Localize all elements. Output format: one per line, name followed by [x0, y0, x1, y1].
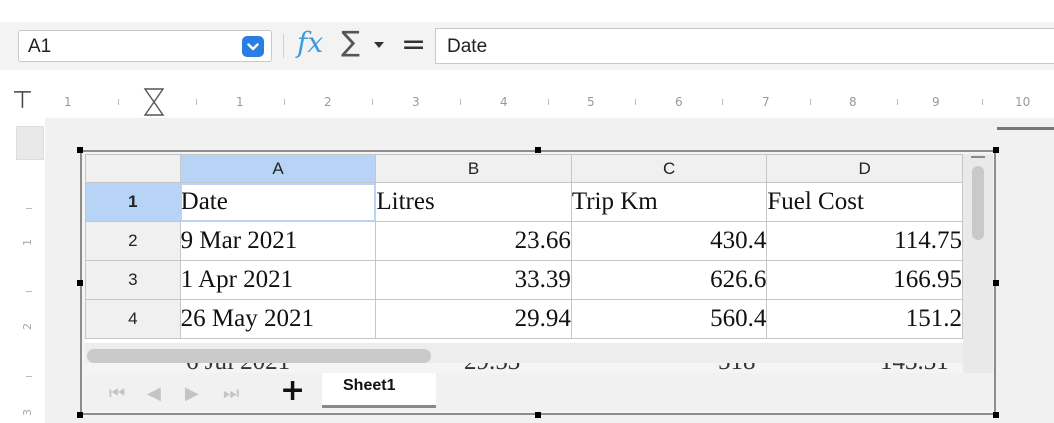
cell-b2[interactable]: 23.66: [375, 221, 572, 261]
ruler-label: 6: [675, 95, 683, 109]
tab-stop-icon[interactable]: ⊤: [12, 86, 33, 114]
ruler-label: 3: [412, 95, 420, 109]
ruler-tick: [810, 99, 811, 105]
resize-handle-se[interactable]: [993, 412, 999, 418]
vertical-ruler[interactable]: 1 2 3: [0, 118, 45, 423]
ruler-label: 1: [21, 239, 34, 246]
ruler-label: 8: [849, 95, 857, 109]
column-header-b[interactable]: B: [375, 154, 572, 183]
cell-a1[interactable]: Date: [179, 182, 377, 222]
cell-c3[interactable]: 626.6: [570, 260, 768, 300]
name-box-value: A1: [28, 36, 52, 57]
indent-marker-icon[interactable]: [143, 88, 165, 118]
ruler-tick: [897, 99, 898, 105]
select-all-corner[interactable]: [85, 154, 181, 183]
tab-sheet1[interactable]: Sheet1: [322, 373, 436, 408]
sum-dropdown-icon[interactable]: [374, 42, 384, 48]
add-sheet-icon[interactable]: +: [280, 373, 305, 408]
vertical-scroll-thumb[interactable]: [972, 166, 984, 240]
cell-d2[interactable]: 114.75: [766, 221, 963, 261]
row-header[interactable]: 4: [85, 299, 181, 339]
sheet-tab-label: Sheet1: [343, 377, 396, 394]
next-sheet-icon[interactable]: ▶: [185, 383, 199, 404]
cell-d4[interactable]: 151.2: [766, 299, 963, 339]
horizontal-scrollbar[interactable]: [85, 343, 963, 363]
ruler-tick: [26, 291, 32, 292]
formula-equals-icon[interactable]: =: [401, 27, 426, 62]
ruler-label: 9: [932, 95, 940, 109]
ruler-label: 10: [1015, 95, 1031, 109]
horizontal-ruler[interactable]: ⊤ 1 1 2 3 4 5 6 7 8 9 10: [0, 86, 1054, 116]
cell-b1[interactable]: Litres: [375, 182, 572, 222]
ruler-label: 2: [21, 323, 34, 330]
row-header[interactable]: 3: [85, 260, 181, 300]
ruler-tick: [548, 99, 549, 105]
resize-handle-nw[interactable]: [77, 147, 83, 153]
cell-c1[interactable]: Trip Km: [570, 182, 768, 222]
ruler-label: 2: [324, 95, 332, 109]
ruler-tick: [372, 99, 373, 105]
ruler-label: 5: [587, 95, 595, 109]
ruler-label: 1: [236, 95, 244, 109]
resize-handle-s[interactable]: [535, 412, 541, 418]
row-header[interactable]: 2: [85, 221, 181, 261]
table-row: 3 1 Apr 2021 33.39 626.6 166.95: [85, 260, 963, 300]
ruler-corner: [16, 126, 44, 160]
sum-icon[interactable]: ∑: [341, 25, 360, 58]
cell-d3[interactable]: 166.95: [766, 260, 963, 300]
ruler-tick: [284, 99, 285, 105]
page-edge: [997, 127, 1054, 130]
column-header-d[interactable]: D: [766, 154, 963, 183]
vertical-scrollbar[interactable]: [963, 154, 993, 373]
first-sheet-icon[interactable]: ⏮: [109, 383, 125, 404]
resize-handle-sw[interactable]: [77, 412, 83, 418]
cell-b4[interactable]: 29.94: [375, 299, 572, 339]
sheet-tab-bar: ⏮ ◀ ▶ ⏭ + Sheet1: [85, 373, 993, 411]
scroll-top-marker: [971, 156, 985, 158]
ruler-tick: [460, 99, 461, 105]
formula-bar: A1 fx ∑ = Date: [0, 22, 1054, 70]
table-row: 1 Date Litres Trip Km Fuel Cost: [85, 182, 963, 222]
column-header-row: A B C D: [85, 154, 963, 183]
column-header-c[interactable]: C: [570, 154, 768, 183]
formula-input[interactable]: Date: [435, 28, 1054, 64]
ruler-label: 1: [64, 95, 72, 109]
ruler-tick: [26, 376, 32, 377]
table-row: 4 26 May 2021 29.94 560.4 151.2: [85, 299, 963, 339]
resize-handle-ne[interactable]: [993, 147, 999, 153]
chevron-down-icon: [247, 42, 259, 50]
last-sheet-icon[interactable]: ⏭: [223, 383, 239, 404]
ruler-label: 7: [762, 95, 770, 109]
cell-b3[interactable]: 33.39: [375, 260, 572, 300]
ruler-tick: [196, 99, 197, 105]
resize-handle-w[interactable]: [77, 280, 83, 286]
column-header-a[interactable]: A: [179, 154, 377, 183]
cell-a2[interactable]: 9 Mar 2021: [179, 221, 377, 261]
ruler-label: 3: [21, 409, 34, 416]
cell-d1[interactable]: Fuel Cost: [766, 182, 963, 222]
ruler-tick: [26, 208, 32, 209]
ruler-tick: [722, 99, 723, 105]
formula-input-value: Date: [447, 36, 488, 57]
ruler-tick: [118, 99, 119, 105]
ruler-tick: [635, 99, 636, 105]
spreadsheet-grid[interactable]: A B C D 1 Date Litres Trip Km Fuel Cost …: [85, 154, 963, 343]
cell-c2[interactable]: 430.4: [570, 221, 768, 261]
cell-a4[interactable]: 26 May 2021: [179, 299, 377, 339]
ruler-label: 4: [500, 95, 508, 109]
horizontal-scroll-thumb[interactable]: [87, 349, 431, 363]
function-wizard-icon[interactable]: fx: [297, 26, 323, 59]
cell-table: A B C D 1 Date Litres Trip Km Fuel Cost …: [85, 154, 963, 339]
toolbar-separator: [283, 34, 284, 58]
resize-handle-n[interactable]: [535, 147, 541, 153]
table-row: 2 9 Mar 2021 23.66 430.4 114.75: [85, 221, 963, 261]
resize-handle-e[interactable]: [993, 280, 999, 286]
name-box-dropdown-button[interactable]: [242, 36, 264, 57]
cell-c4[interactable]: 560.4: [570, 299, 768, 339]
row-header[interactable]: 1: [85, 182, 181, 222]
previous-sheet-icon[interactable]: ◀: [147, 383, 161, 404]
name-box[interactable]: A1: [18, 30, 272, 62]
ruler-tick: [982, 99, 983, 105]
cell-a3[interactable]: 1 Apr 2021: [179, 260, 377, 300]
